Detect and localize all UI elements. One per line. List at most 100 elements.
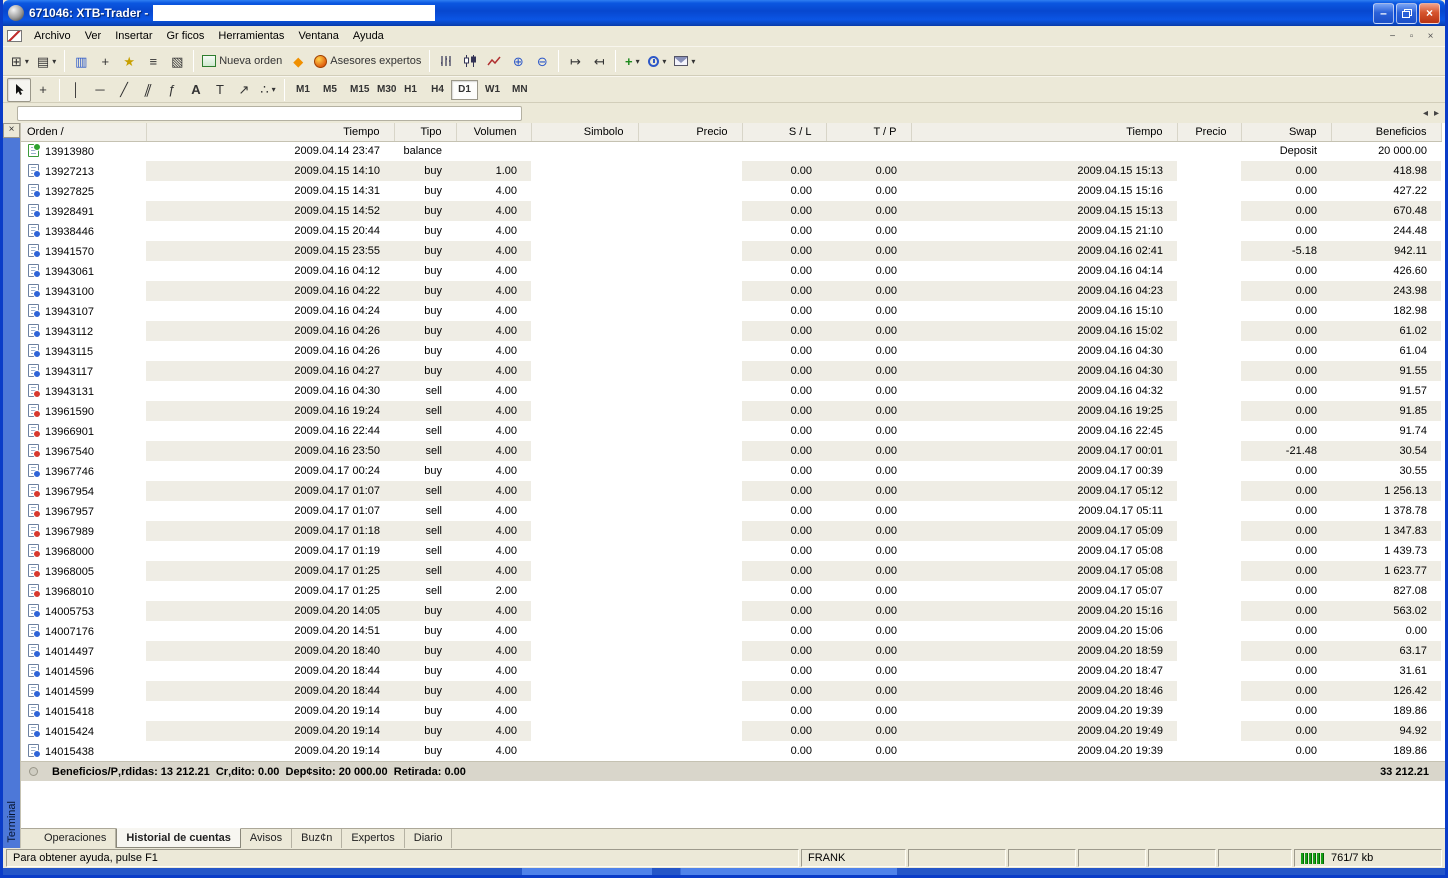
table-row[interactable]: 13967540 2009.04.16 23:50 sell 4.00 0.00…: [21, 441, 1441, 461]
profiles-button[interactable]: ▤ ▾: [33, 49, 60, 73]
mdi-restore-button[interactable]: ▫: [1404, 31, 1419, 42]
timeframe-button[interactable]: M30: [370, 80, 397, 100]
table-row[interactable]: 13943117 2009.04.16 04:27 buy 4.00 0.00 …: [21, 361, 1441, 381]
terminal-tab[interactable]: Buz¢n: [292, 829, 342, 848]
mdi-minimize-button[interactable]: −: [1385, 31, 1400, 42]
data-window-button[interactable]: +: [93, 49, 117, 73]
menu-item[interactable]: Insertar: [108, 28, 159, 44]
table-row[interactable]: 13938446 2009.04.15 20:44 buy 4.00 0.00 …: [21, 221, 1441, 241]
col-header-swap[interactable]: Swap: [1241, 123, 1331, 141]
col-header-precio-cierre[interactable]: Precio: [1177, 123, 1241, 141]
table-row[interactable]: 13943115 2009.04.16 04:26 buy 4.00 0.00 …: [21, 341, 1441, 361]
timeframe-button[interactable]: M1: [289, 80, 316, 100]
navigator-button[interactable]: ★: [117, 49, 141, 73]
table-row[interactable]: 13961590 2009.04.16 19:24 sell 4.00 0.00…: [21, 401, 1441, 421]
table-row[interactable]: 14015424 2009.04.20 19:14 buy 4.00 0.00 …: [21, 721, 1441, 741]
table-row[interactable]: 13927825 2009.04.15 14:31 buy 4.00 0.00 …: [21, 181, 1441, 201]
market-watch-button[interactable]: ▥: [69, 49, 93, 73]
col-header-beneficios[interactable]: Beneficios: [1331, 123, 1441, 141]
terminal-toggle-button[interactable]: ≡: [141, 49, 165, 73]
table-row[interactable]: 13941570 2009.04.15 23:55 buy 4.00 0.00 …: [21, 241, 1441, 261]
menu-item[interactable]: Ver: [78, 28, 109, 44]
table-row[interactable]: 13943107 2009.04.16 04:24 buy 4.00 0.00 …: [21, 301, 1441, 321]
table-row[interactable]: 14005753 2009.04.20 14:05 buy 4.00 0.00 …: [21, 601, 1441, 621]
terminal-close-button[interactable]: ×: [3, 123, 20, 138]
col-header-tp[interactable]: T / P: [826, 123, 911, 141]
cursor-button[interactable]: [7, 78, 31, 102]
table-row[interactable]: 13928491 2009.04.15 14:52 buy 4.00 0.00 …: [21, 201, 1441, 221]
text-button[interactable]: A: [184, 78, 208, 102]
table-row[interactable]: 13943131 2009.04.16 04:30 sell 4.00 0.00…: [21, 381, 1441, 401]
table-row[interactable]: 14007176 2009.04.20 14:51 buy 4.00 0.00 …: [21, 621, 1441, 641]
col-header-orden[interactable]: Orden /: [21, 123, 146, 141]
menu-item[interactable]: Herramientas: [211, 28, 291, 44]
metaeditor-button[interactable]: ◆: [286, 49, 310, 73]
periods-button[interactable]: ▾: [644, 49, 670, 73]
table-row[interactable]: 13943061 2009.04.16 04:12 buy 4.00 0.00 …: [21, 261, 1441, 281]
table-row[interactable]: 14015418 2009.04.20 19:14 buy 4.00 0.00 …: [21, 701, 1441, 721]
col-header-sl[interactable]: S / L: [742, 123, 826, 141]
chart-shift-button[interactable]: ↤: [587, 49, 611, 73]
col-header-tiempo-cierre[interactable]: Tiempo: [911, 123, 1177, 141]
bar-chart-button[interactable]: [434, 49, 458, 73]
expert-advisors-button[interactable]: Asesores expertos: [310, 49, 425, 73]
terminal-tab[interactable]: Diario: [405, 829, 453, 848]
line-chart-button[interactable]: [482, 49, 506, 73]
table-row[interactable]: 13968010 2009.04.17 01:25 sell 2.00 0.00…: [21, 581, 1441, 601]
new-order-button[interactable]: Nueva orden: [198, 49, 286, 73]
menu-item[interactable]: Ayuda: [346, 28, 391, 44]
terminal-tab[interactable]: Avisos: [241, 829, 292, 848]
timeframe-button[interactable]: M5: [316, 80, 343, 100]
col-header-precio-apertura[interactable]: Precio: [638, 123, 742, 141]
close-button[interactable]: ×: [1419, 3, 1440, 24]
scroll-right-icon[interactable]: ▸: [1434, 108, 1439, 119]
col-header-volumen[interactable]: Volumen: [456, 123, 531, 141]
table-row[interactable]: 14014497 2009.04.20 18:40 buy 4.00 0.00 …: [21, 641, 1441, 661]
zoom-out-button[interactable]: ⊖: [530, 49, 554, 73]
fibonacci-button[interactable]: ƒ: [160, 78, 184, 102]
auto-scroll-button[interactable]: ↦: [563, 49, 587, 73]
timeframe-button[interactable]: W1: [478, 80, 505, 100]
timeframe-button[interactable]: M15: [343, 80, 370, 100]
table-row[interactable]: 14014596 2009.04.20 18:44 buy 4.00 0.00 …: [21, 661, 1441, 681]
restore-button[interactable]: [1396, 3, 1417, 24]
terminal-tab[interactable]: Operaciones: [35, 829, 116, 848]
terminal-tab[interactable]: Historial de cuentas: [116, 828, 241, 848]
table-row[interactable]: 13967746 2009.04.17 00:24 buy 4.00 0.00 …: [21, 461, 1441, 481]
indicators-button[interactable]: + ▾: [620, 49, 644, 73]
table-row[interactable]: 13913980 2009.04.14 23:47 balance Deposi…: [21, 141, 1441, 161]
col-header-tiempo-apertura[interactable]: Tiempo: [146, 123, 394, 141]
table-row[interactable]: 14014599 2009.04.20 18:44 buy 4.00 0.00 …: [21, 681, 1441, 701]
crosshair-button[interactable]: +: [31, 78, 55, 102]
timeframe-button[interactable]: H4: [424, 80, 451, 100]
timeframe-button[interactable]: D1: [451, 80, 478, 100]
menu-item[interactable]: Archivo: [27, 28, 78, 44]
table-row[interactable]: 13966901 2009.04.16 22:44 sell 4.00 0.00…: [21, 421, 1441, 441]
timeframe-button[interactable]: MN: [505, 80, 532, 100]
scroll-left-icon[interactable]: ◂: [1423, 108, 1428, 119]
arrows-button[interactable]: ↗: [232, 78, 256, 102]
table-row[interactable]: 13967989 2009.04.17 01:18 sell 4.00 0.00…: [21, 521, 1441, 541]
zoom-in-button[interactable]: ⊕: [506, 49, 530, 73]
col-header-tipo[interactable]: Tipo: [394, 123, 456, 141]
menu-item[interactable]: Gr ficos: [160, 28, 212, 44]
col-header-simbolo[interactable]: Simbolo: [531, 123, 638, 141]
table-row[interactable]: 13943100 2009.04.16 04:22 buy 4.00 0.00 …: [21, 281, 1441, 301]
new-chart-button[interactable]: ⊞ ▾: [7, 49, 33, 73]
minimize-button[interactable]: –: [1373, 3, 1394, 24]
mdi-close-button[interactable]: ×: [1423, 31, 1438, 42]
table-row[interactable]: 14015438 2009.04.20 19:14 buy 4.00 0.00 …: [21, 741, 1441, 761]
trendline-button[interactable]: ╱: [112, 78, 136, 102]
chart-tab[interactable]: [17, 106, 522, 121]
horizontal-line-button[interactable]: ─: [88, 78, 112, 102]
channel-button[interactable]: ∥: [136, 78, 160, 102]
shapes-button[interactable]: ∴ ▾: [256, 78, 280, 102]
terminal-tab[interactable]: Expertos: [342, 829, 404, 848]
vertical-line-button[interactable]: │: [64, 78, 88, 102]
candlestick-chart-button[interactable]: [458, 49, 482, 73]
table-row[interactable]: 13967957 2009.04.17 01:07 sell 4.00 0.00…: [21, 501, 1441, 521]
timeframe-button[interactable]: H1: [397, 80, 424, 100]
table-row[interactable]: 13968000 2009.04.17 01:19 sell 4.00 0.00…: [21, 541, 1441, 561]
table-row[interactable]: 13943112 2009.04.16 04:26 buy 4.00 0.00 …: [21, 321, 1441, 341]
table-row[interactable]: 13967954 2009.04.17 01:07 sell 4.00 0.00…: [21, 481, 1441, 501]
